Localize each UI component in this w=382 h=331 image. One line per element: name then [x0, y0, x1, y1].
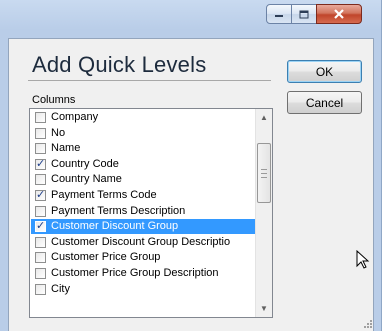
maximize-icon	[299, 10, 309, 18]
grip-icon	[261, 168, 267, 178]
checkbox[interactable]	[35, 236, 46, 248]
ok-button-label: OK	[315, 64, 334, 79]
checkbox[interactable]: ✓	[35, 189, 46, 201]
list-item[interactable]: Payment Terms Description	[31, 204, 256, 219]
cancel-button-label: Cancel	[305, 95, 344, 110]
checkbox[interactable]	[35, 283, 46, 295]
columns-label: Columns	[32, 94, 76, 106]
checkbox[interactable]	[35, 268, 46, 279]
title-divider	[28, 80, 271, 81]
list-item-label: Country Code	[51, 157, 119, 170]
list-item[interactable]: Customer Price Group	[31, 250, 256, 265]
scroll-up-arrow-icon: ▲	[260, 113, 268, 122]
dialog-window: Add Quick Levels OK Cancel Columns Compa…	[0, 0, 382, 331]
list-item[interactable]: Customer Discount Group Descriptio	[31, 235, 256, 250]
list-item[interactable]: Name	[31, 141, 256, 156]
checkbox[interactable]	[35, 174, 46, 186]
close-icon	[334, 9, 344, 19]
checkmark-icon: ✓	[36, 189, 46, 201]
list-item-label: Customer Discount Group Descriptio	[51, 235, 231, 248]
minimize-icon	[275, 15, 283, 17]
list-item-label: Payment Terms Code	[51, 189, 157, 201]
checkbox[interactable]	[35, 143, 46, 155]
checkbox[interactable]: ✓	[35, 220, 46, 233]
list-item-label: Customer Discount Group	[51, 220, 179, 233]
title-bar[interactable]	[0, 0, 382, 38]
checkbox[interactable]	[35, 127, 46, 139]
list-item-label: City	[51, 282, 70, 295]
vertical-scrollbar[interactable]: ▲ ▼	[255, 109, 272, 317]
scroll-down-arrow-icon: ▼	[260, 304, 268, 313]
ok-button[interactable]: OK	[287, 60, 362, 83]
checkbox[interactable]: ✓	[35, 157, 46, 170]
list-item[interactable]: Country Name	[31, 172, 256, 187]
dialog-title: Add Quick Levels	[32, 52, 207, 77]
list-item-label: Customer Price Group Description	[51, 267, 219, 279]
list-item[interactable]: City	[31, 282, 256, 297]
list-item-label: Country Name	[51, 173, 122, 186]
scroll-up-button[interactable]: ▲	[256, 109, 272, 126]
checkbox[interactable]	[35, 205, 46, 217]
list-item-label: No	[51, 126, 66, 139]
list-item-label: Company	[51, 111, 99, 123]
columns-listbox[interactable]: Company No Name ✓ Country Code Country Name ✓ P…	[29, 108, 273, 318]
resize-grip-icon[interactable]	[363, 319, 373, 329]
mouse-pointer-icon	[356, 250, 370, 269]
minimize-button[interactable]	[266, 4, 292, 24]
cancel-button[interactable]: Cancel	[287, 91, 362, 114]
list-item-label: Payment Terms Description	[51, 204, 186, 217]
list-item[interactable]: Customer Price Group Description	[31, 266, 256, 281]
checkbox[interactable]	[35, 252, 46, 264]
list-item[interactable]: Company	[31, 110, 256, 125]
list-item[interactable]: No	[31, 126, 256, 141]
scroll-down-button[interactable]: ▼	[256, 300, 272, 317]
maximize-button[interactable]	[291, 4, 317, 24]
list-item[interactable]: ✓ Country Code	[31, 157, 256, 172]
list-item-label: Customer Price Group	[51, 251, 161, 264]
checkmark-icon: ✓	[36, 220, 46, 233]
close-button[interactable]	[316, 4, 362, 24]
scroll-thumb[interactable]	[257, 143, 271, 203]
list-item[interactable]: ✓ Payment Terms Code	[31, 188, 256, 203]
list-item[interactable]: ✓ Customer Discount Group	[31, 219, 256, 235]
checkmark-icon: ✓	[36, 157, 46, 170]
checkbox[interactable]	[35, 112, 46, 123]
list-item-label: Name	[51, 142, 81, 155]
